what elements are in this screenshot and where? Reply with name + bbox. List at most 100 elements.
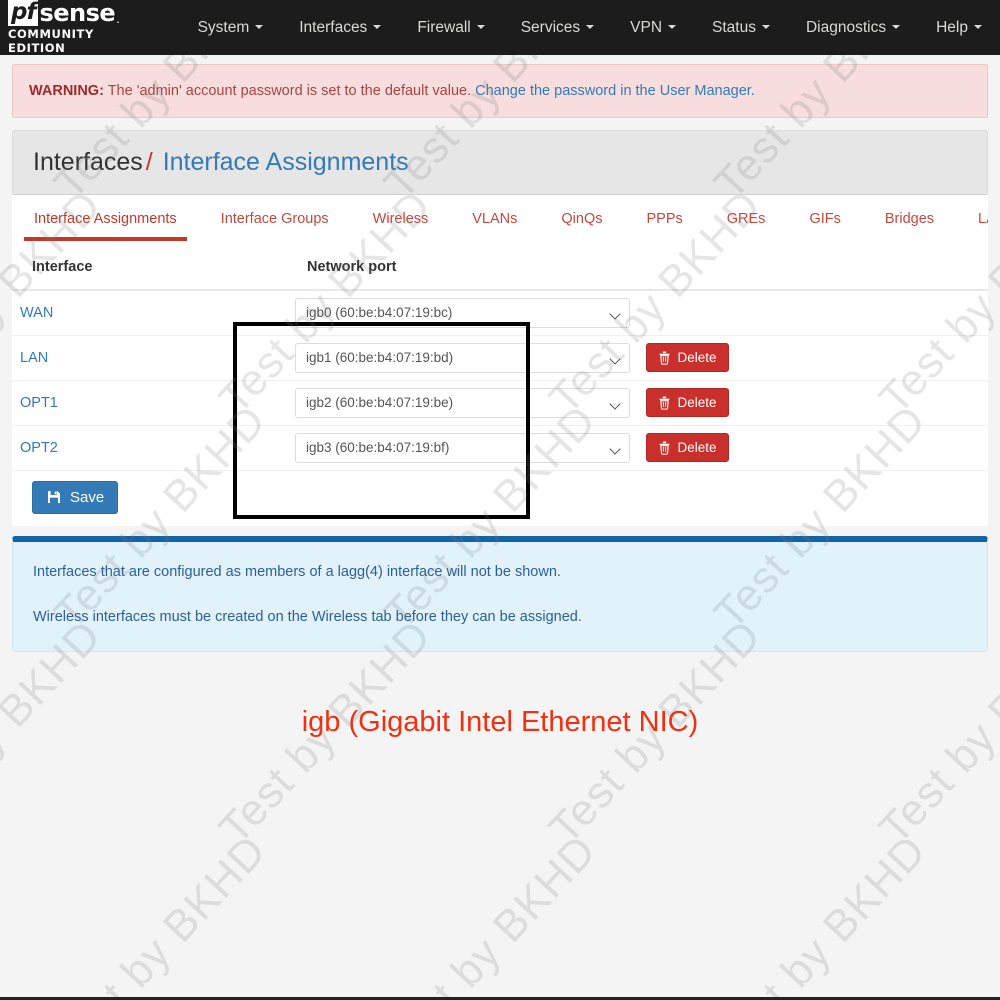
delete-button-opt1[interactable]: Delete: [645, 388, 729, 417]
table-body: WAN igb0 (60:be:b4:07:19:bc) LAN igb1 (6…: [12, 290, 988, 471]
interface-assignments-table: Interface Network port WAN igb0 (60:be:b…: [12, 251, 988, 471]
network-port-select-wan[interactable]: igb0 (60:be:b4:07:19:bc): [295, 297, 630, 328]
cell-actions: Delete: [637, 425, 988, 471]
column-header-network-port: Network port: [287, 251, 638, 291]
watermark-text: Test by BKHD: [705, 825, 936, 997]
breadcrumb-separator: /: [145, 148, 153, 176]
save-button[interactable]: Save: [32, 480, 119, 514]
tab-qinqs[interactable]: QinQs: [539, 211, 624, 241]
interface-link-wan[interactable]: WAN: [20, 305, 53, 321]
logo-pf-badge: pf: [8, 0, 39, 26]
table-header-row: Interface Network port: [12, 251, 988, 291]
password-warning-banner: WARNING: The 'admin' account password is…: [12, 64, 988, 118]
tab-gifs[interactable]: GIFs: [787, 211, 862, 241]
nav-item-vpn[interactable]: VPN: [612, 11, 694, 45]
nav-item-status[interactable]: Status: [694, 11, 788, 45]
info-line-lagg: Interfaces that are configured as member…: [33, 563, 561, 580]
chevron-down-icon: [476, 25, 485, 30]
cell-interface: OPT1: [12, 380, 287, 426]
nav-label: Help: [936, 18, 968, 36]
network-port-select-wrapper: igb2 (60:be:b4:07:19:be): [295, 387, 630, 418]
cell-interface: OPT2: [12, 425, 287, 471]
logo-sense-text: sense: [39, 0, 116, 27]
cell-actions: Delete: [637, 335, 988, 381]
logo-edition-label: COMMUNITY EDITION: [8, 27, 94, 55]
table-row: OPT1 igb2 (60:be:b4:07:19:be) Delete: [12, 380, 988, 426]
tab-bridges[interactable]: Bridges: [863, 211, 956, 241]
save-button-row: Save: [12, 471, 988, 518]
nav-item-services[interactable]: Services: [503, 11, 612, 45]
interface-link-opt2[interactable]: OPT2: [20, 440, 58, 456]
cell-actions: Delete: [637, 380, 988, 426]
tab-interface-groups[interactable]: Interface Groups: [199, 211, 351, 241]
tab-vlans[interactable]: VLANs: [450, 211, 539, 241]
network-port-select-opt1[interactable]: igb2 (60:be:b4:07:19:be): [295, 387, 630, 418]
table-row: LAN igb1 (60:be:b4:07:19:bd) Delete: [12, 335, 988, 381]
network-port-select-wrapper: igb0 (60:be:b4:07:19:bc): [295, 297, 630, 328]
nav-item-system[interactable]: System: [180, 11, 282, 45]
table-row: OPT2 igb3 (60:be:b4:07:19:bf) Delete: [12, 425, 988, 471]
cell-interface: LAN: [12, 335, 287, 381]
tab-laggs[interactable]: LAGGs: [956, 211, 988, 241]
user-manager-link[interactable]: Change the password in the User Manager.: [475, 83, 755, 99]
tab-interface-assignments[interactable]: Interface Assignments: [12, 211, 199, 241]
info-line-wireless: Wireless interfaces must be created on t…: [33, 609, 582, 626]
trash-icon: [659, 351, 669, 365]
chevron-down-icon: [974, 25, 982, 30]
pfsense-logo[interactable]: pf sense . COMMUNITY EDITION: [8, 0, 154, 55]
network-port-select-lan[interactable]: igb1 (60:be:b4:07:19:bd): [295, 342, 630, 373]
column-header-actions: [637, 251, 988, 291]
watermark-text: Test by BKHD: [375, 825, 606, 997]
nav-item-interfaces[interactable]: Interfaces: [281, 11, 399, 45]
annotation-caption: igb (Gigabit Intel Ethernet NIC): [301, 706, 699, 738]
nav-label: VPN: [630, 18, 663, 36]
logo-registered-mark: .: [116, 11, 120, 26]
save-button-label: Save: [70, 488, 105, 506]
cell-network-port: igb0 (60:be:b4:07:19:bc): [287, 290, 638, 336]
breadcrumb-section: Interfaces: [33, 148, 143, 176]
column-header-interface: Interface: [12, 251, 287, 291]
floppy-disk-icon: [48, 491, 60, 503]
delete-button-opt2[interactable]: Delete: [645, 433, 729, 462]
info-panel: Interfaces that are configured as member…: [12, 535, 988, 652]
cell-network-port: igb1 (60:be:b4:07:19:bd): [287, 335, 638, 381]
network-port-select-opt2[interactable]: igb3 (60:be:b4:07:19:bf): [295, 432, 630, 463]
logo-wordmark: pf sense .: [8, 0, 154, 26]
nav-label: Firewall: [417, 18, 471, 36]
nav-label: System: [197, 18, 250, 36]
nav-label: Interfaces: [299, 18, 368, 36]
interface-link-opt1[interactable]: OPT1: [20, 395, 58, 411]
page-title[interactable]: Interface Assignments: [163, 148, 409, 176]
tab-ppps[interactable]: PPPs: [625, 211, 705, 241]
nav-label: Services: [520, 18, 581, 36]
nav-item-help[interactable]: Help: [918, 11, 1000, 45]
cell-network-port: igb2 (60:be:b4:07:19:be): [287, 380, 638, 426]
nav-item-diagnostics[interactable]: Diagnostics: [788, 11, 918, 45]
interface-assignments-panel: Interface Network port WAN igb0 (60:be:b…: [12, 251, 988, 526]
nav-label: Status: [712, 18, 756, 36]
tab-wireless[interactable]: Wireless: [351, 211, 451, 241]
pfsense-webgui: pf sense . COMMUNITY EDITION System Inte…: [0, 0, 1000, 1000]
chevron-down-icon: [586, 25, 595, 30]
chevron-down-icon: [668, 25, 677, 30]
top-navbar: pf sense . COMMUNITY EDITION System Inte…: [0, 0, 1000, 55]
network-port-select-wrapper: igb3 (60:be:b4:07:19:bf): [295, 432, 630, 463]
interface-link-lan[interactable]: LAN: [20, 350, 48, 366]
chevron-down-icon: [761, 25, 770, 30]
nav-label: Diagnostics: [805, 18, 887, 36]
table-row: WAN igb0 (60:be:b4:07:19:bc): [12, 290, 988, 336]
trash-icon: [659, 396, 669, 410]
nav-item-firewall[interactable]: Firewall: [399, 11, 502, 45]
watermark-text: Test by BKHD: [45, 825, 276, 997]
nav-menu: System Interfaces Firewall Services VPN …: [180, 11, 1000, 45]
delete-button-label: Delete: [677, 440, 717, 455]
tab-gres[interactable]: GREs: [705, 211, 788, 241]
delete-button-label: Delete: [677, 350, 717, 365]
warning-text: The 'admin' account password is set to t…: [103, 83, 476, 99]
breadcrumb: Interfaces / Interface Assignments: [33, 148, 967, 177]
chevron-down-icon: [255, 25, 264, 30]
table-head: Interface Network port: [12, 251, 988, 291]
delete-button-lan[interactable]: Delete: [645, 343, 729, 372]
network-port-select-wrapper: igb1 (60:be:b4:07:19:bd): [295, 342, 630, 373]
tab-bar: Interface Assignments Interface Groups W…: [12, 195, 988, 251]
